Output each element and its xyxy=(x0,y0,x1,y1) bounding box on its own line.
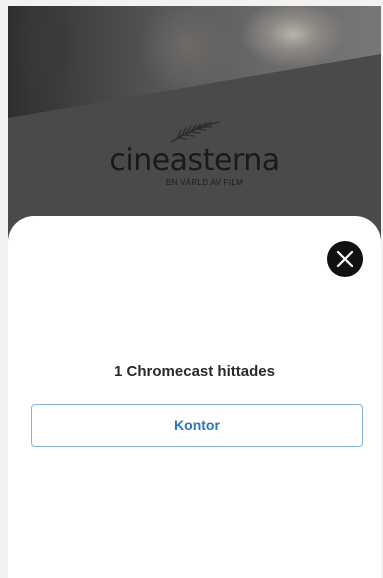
chromecast-dialog: 1 Chromecast hittades Kontor xyxy=(8,216,381,578)
app-background: cineasterna EN VÄRLD AV FILM 1 Chromecas… xyxy=(8,6,381,578)
brand-name: cineasterna xyxy=(109,143,280,178)
device-button-kontor[interactable]: Kontor xyxy=(31,404,363,447)
palm-feather-icon xyxy=(169,121,220,143)
devices-found-text: 1 Chromecast hittades xyxy=(114,363,275,380)
close-icon xyxy=(336,250,354,268)
screen: cineasterna EN VÄRLD AV FILM 1 Chromecas… xyxy=(0,0,383,578)
close-button[interactable] xyxy=(327,241,363,277)
brand-logo: cineasterna EN VÄRLD AV FILM xyxy=(8,118,381,187)
brand-tagline: EN VÄRLD AV FILM xyxy=(165,178,244,187)
